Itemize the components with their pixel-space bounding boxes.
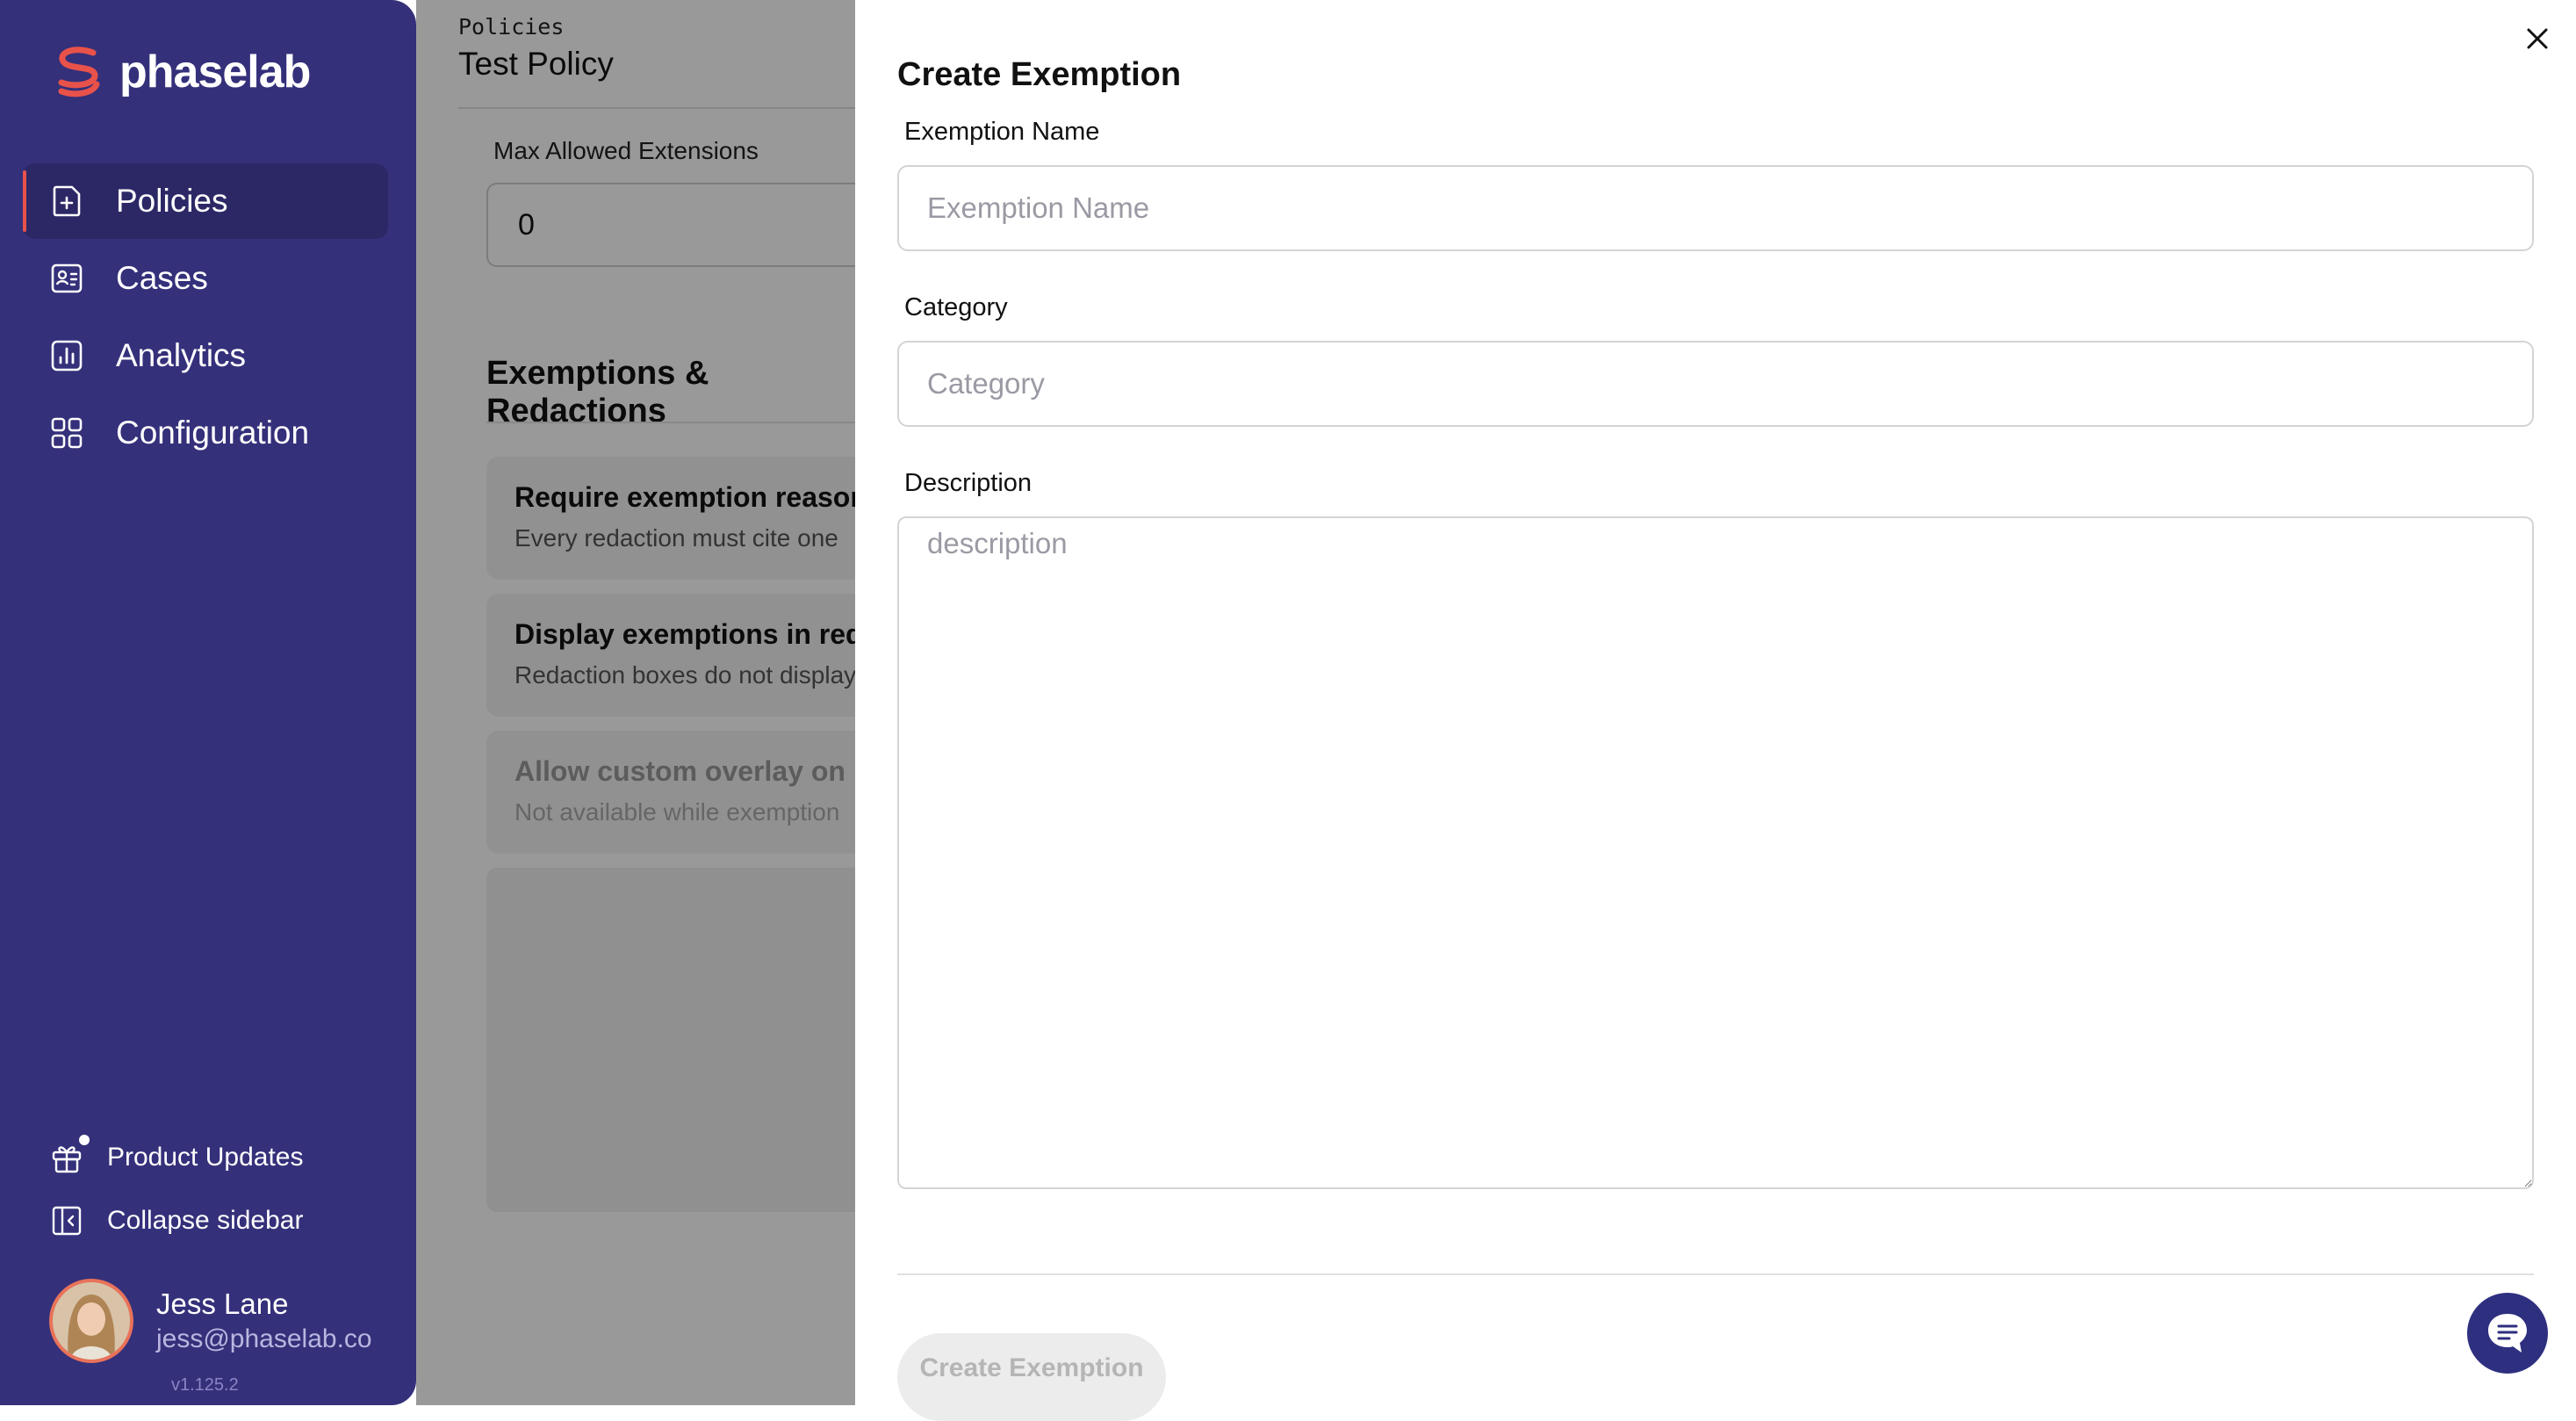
app-version: v1.125.2 xyxy=(171,1375,239,1395)
logo-text: phaselab xyxy=(119,47,311,97)
sidebar-footer-links: Product Updates Collapse sidebar xyxy=(49,1126,383,1252)
nav-label: Analytics xyxy=(116,337,247,373)
nav-item-analytics[interactable]: Analytics xyxy=(23,318,388,393)
create-exemption-button[interactable]: Create Exemption xyxy=(897,1333,1166,1421)
footer-divider xyxy=(897,1273,2534,1275)
collapse-sidebar-button[interactable]: Collapse sidebar xyxy=(49,1189,383,1252)
nav-label: Cases xyxy=(116,260,208,296)
chat-icon xyxy=(2488,1314,2527,1352)
category-label: Category xyxy=(904,293,1008,321)
exemption-name-input[interactable] xyxy=(897,165,2534,251)
product-updates-button[interactable]: Product Updates xyxy=(49,1126,383,1189)
exemption-name-label: Exemption Name xyxy=(904,118,1100,146)
category-input[interactable] xyxy=(897,341,2534,427)
policy-icon xyxy=(53,185,81,217)
nav-item-cases[interactable]: Cases xyxy=(23,241,388,316)
collapse-sidebar-label: Collapse sidebar xyxy=(107,1206,304,1235)
phaselab-logo-icon xyxy=(58,47,100,97)
user-name: Jess Lane xyxy=(156,1288,289,1320)
notification-dot xyxy=(79,1135,90,1145)
create-exemption-drawer: Create Exemption Exemption Name Category… xyxy=(855,0,2576,1421)
nav-label: Policies xyxy=(116,183,228,219)
product-updates-label: Product Updates xyxy=(107,1143,304,1172)
nav-item-configuration[interactable]: Configuration xyxy=(23,395,388,471)
description-textarea[interactable] xyxy=(897,516,2534,1189)
modal-backdrop[interactable] xyxy=(416,0,855,1405)
description-label: Description xyxy=(904,469,1033,497)
nav-item-policies[interactable]: Policies xyxy=(23,163,388,239)
analytics-icon xyxy=(51,340,83,371)
user-profile[interactable]: Jess Lane jess@phaselab.co xyxy=(49,1279,372,1363)
nav-label: Configuration xyxy=(116,415,310,451)
gift-icon xyxy=(49,1135,90,1175)
main-nav: Policies Cases Analytics Configuration xyxy=(23,163,388,472)
grid-icon xyxy=(51,417,83,449)
cases-icon xyxy=(51,263,83,293)
sidebar: phaselab Policies Cases Analytics Config… xyxy=(0,0,416,1405)
user-email: jess@phaselab.co xyxy=(156,1324,372,1353)
logo[interactable]: phaselab xyxy=(49,44,311,100)
close-icon[interactable] xyxy=(2520,21,2555,56)
avatar xyxy=(49,1279,133,1363)
chat-support-button[interactable] xyxy=(2467,1293,2548,1374)
collapse-sidebar-icon xyxy=(49,1203,84,1238)
drawer-title: Create Exemption xyxy=(897,56,1182,93)
